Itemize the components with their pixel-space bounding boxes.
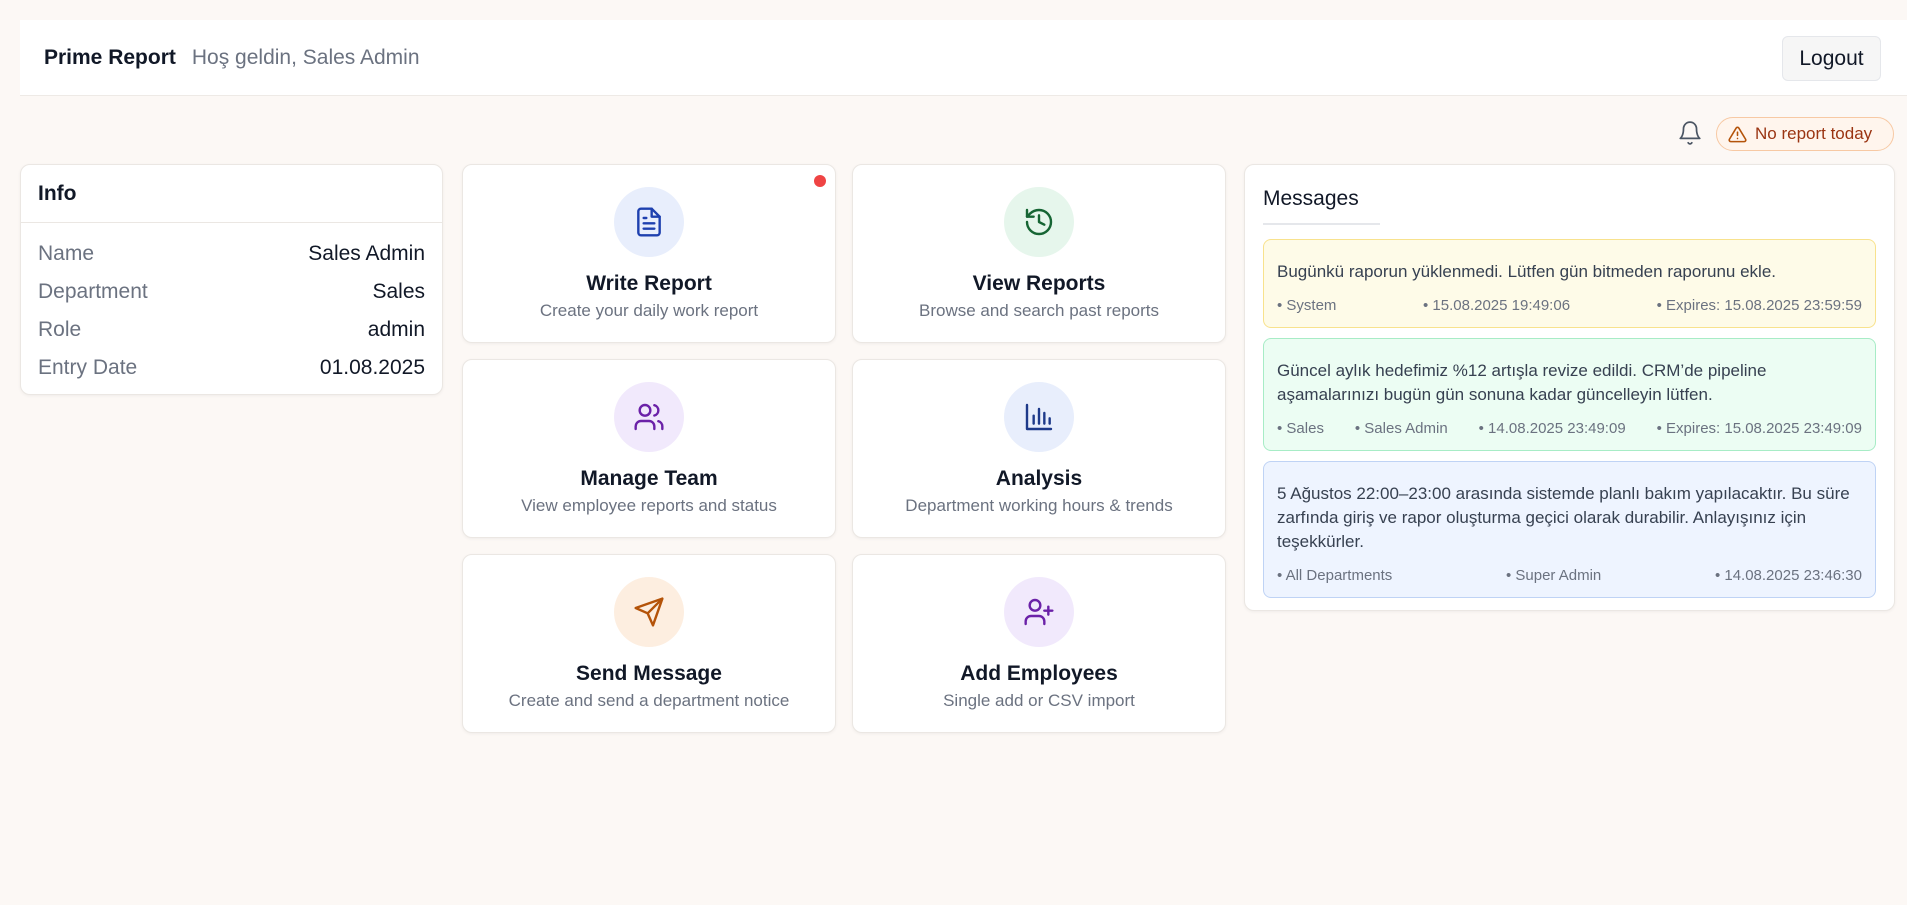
- logout-button[interactable]: Logout: [1782, 36, 1881, 81]
- no-report-badge[interactable]: No report today: [1716, 117, 1894, 151]
- message-text: 5 Ağustos 22:00–23:00 arasında sistemde …: [1277, 484, 1850, 551]
- card-title: Add Employees: [960, 662, 1118, 685]
- card-subtitle: Single add or CSV import: [943, 691, 1135, 710]
- message-sender: • Super Admin: [1505, 567, 1602, 584]
- message-meta: • Sales • Sales Admin • 14.08.2025 23:49…: [1277, 420, 1862, 437]
- card-subtitle: Create and send a department notice: [508, 691, 790, 710]
- card-title: Manage Team: [580, 467, 718, 490]
- add-employees-card[interactable]: Add Employees Single add or CSV import: [852, 554, 1226, 733]
- message-sender: • Sales Admin: [1354, 420, 1448, 437]
- no-report-text: No report today: [1755, 124, 1873, 143]
- info-value: admin: [367, 318, 425, 341]
- message-item-system[interactable]: Bugünkü raporun yüklenmedi. Lütfen gün b…: [1263, 239, 1876, 328]
- info-card: Info Name Sales Admin Department Sales R…: [20, 164, 443, 395]
- bell-icon[interactable]: [1676, 118, 1704, 148]
- manage-team-card[interactable]: Manage Team View employee reports and st…: [462, 359, 836, 538]
- brand-title: Prime Report: [44, 45, 176, 69]
- card-subtitle: Department working hours & trends: [905, 496, 1173, 515]
- bar-chart-icon: [1004, 382, 1074, 452]
- top-header: Prime Report Hoş geldin, Sales Admin Log…: [20, 20, 1907, 96]
- info-label: Entry Date: [38, 356, 138, 379]
- message-item-sales[interactable]: Güncel aylık hedefimiz %12 artışla reviz…: [1263, 338, 1876, 451]
- message-timestamp: • 14.08.2025 23:49:09: [1478, 420, 1626, 437]
- card-title: View Reports: [972, 272, 1106, 295]
- send-message-card[interactable]: Send Message Create and send a departmen…: [462, 554, 836, 733]
- history-icon: [1004, 187, 1074, 257]
- info-row-role: Role admin: [38, 311, 425, 349]
- card-subtitle: View employee reports and status: [521, 496, 777, 515]
- card-subtitle: Create your daily work report: [539, 301, 759, 320]
- card-title: Write Report: [586, 272, 712, 295]
- message-department: • Sales: [1277, 420, 1324, 437]
- info-row-entry-date: Entry Date 01.08.2025: [38, 349, 425, 387]
- message-sender: • System: [1277, 297, 1337, 314]
- write-report-card[interactable]: Write Report Create your daily work repo…: [462, 164, 836, 343]
- message-text: Bugünkü raporun yüklenmedi. Lütfen gün b…: [1277, 262, 1777, 281]
- message-item-maintenance[interactable]: 5 Ağustos 22:00–23:00 arasında sistemde …: [1263, 461, 1876, 598]
- user-plus-icon: [1004, 577, 1074, 647]
- notification-dot: [814, 175, 826, 187]
- info-value: 01.08.2025: [319, 356, 425, 379]
- message-timestamp: • 14.08.2025 23:46:30: [1714, 567, 1862, 584]
- messages-tab[interactable]: Messages: [1263, 179, 1380, 225]
- message-meta: • System • 15.08.2025 19:49:06 • Expires…: [1277, 297, 1862, 314]
- card-subtitle: Browse and search past reports: [918, 301, 1159, 320]
- analysis-card[interactable]: Analysis Department working hours & tren…: [852, 359, 1226, 538]
- view-reports-card[interactable]: View Reports Browse and search past repo…: [852, 164, 1226, 343]
- info-card-title: Info: [21, 165, 442, 223]
- document-icon: [614, 187, 684, 257]
- info-value: Sales Admin: [308, 242, 425, 265]
- greeting-text: Hoş geldin, Sales Admin: [191, 45, 420, 69]
- message-meta: • All Departments • Super Admin • 14.08.…: [1277, 567, 1862, 584]
- users-icon: [614, 382, 684, 452]
- card-title: Analysis: [995, 467, 1083, 490]
- message-timestamp: • 15.08.2025 19:49:06: [1422, 297, 1571, 314]
- info-label: Role: [38, 318, 82, 341]
- message-expiry: • Expires: 15.08.2025 23:49:09: [1656, 420, 1862, 437]
- info-row-name: Name Sales Admin: [38, 235, 425, 273]
- card-title: Send Message: [576, 662, 722, 685]
- info-label: Name: [38, 242, 95, 265]
- message-text: Güncel aylık hedefimiz %12 artışla reviz…: [1277, 361, 1767, 404]
- message-department: • All Departments: [1277, 567, 1393, 584]
- warning-triangle-icon: [1728, 125, 1747, 144]
- info-value: Sales: [372, 280, 425, 303]
- info-row-department: Department Sales: [38, 273, 425, 311]
- messages-panel: Messages Bugünkü raporun yüklenmedi. Lüt…: [1244, 164, 1895, 611]
- info-label: Department: [38, 280, 148, 303]
- message-expiry: • Expires: 15.08.2025 23:59:59: [1656, 297, 1862, 314]
- send-icon: [614, 577, 684, 647]
